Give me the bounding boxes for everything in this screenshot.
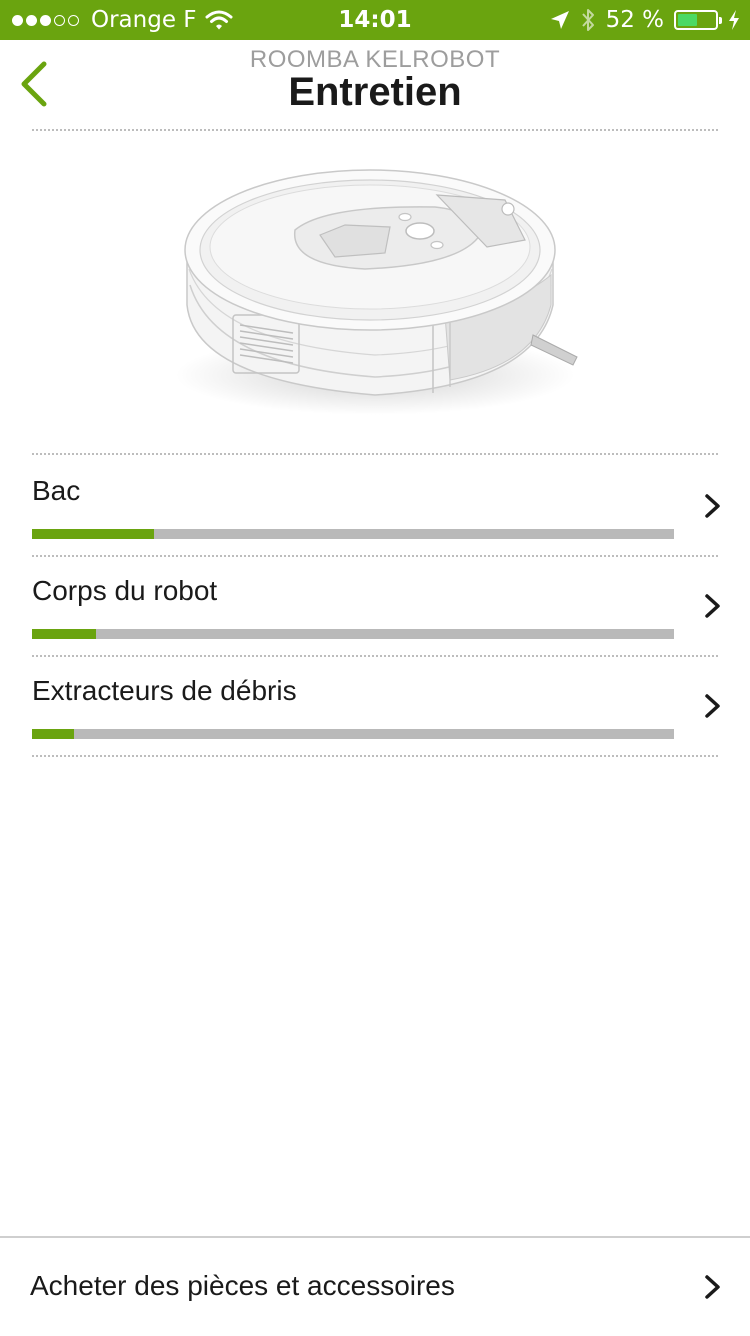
chevron-right-icon [705, 694, 720, 718]
battery-fill [678, 14, 697, 26]
location-arrow-icon [550, 11, 569, 29]
signal-dot [12, 14, 23, 26]
chevron-right-icon [705, 1275, 720, 1299]
nav-header: ROOMBA KELROBOT Entretien [0, 40, 750, 130]
wear-progress-fill [32, 729, 74, 739]
divider [32, 129, 718, 131]
signal-dot [54, 14, 65, 26]
maintenance-item-debris-extractors[interactable]: Extracteurs de débris [0, 655, 750, 755]
maintenance-item-bin[interactable]: Bac [0, 455, 750, 555]
chevron-right-icon [705, 494, 720, 518]
status-bar-right: 52 % [550, 0, 740, 40]
battery-percent: 52 % [605, 7, 664, 33]
shop-parts-accessories-row[interactable]: Acheter des pièces et accessoires [0, 1236, 750, 1336]
battery-icon [674, 10, 722, 30]
wear-progress-fill [32, 629, 97, 639]
wear-progress-bar [32, 629, 674, 639]
roomba-image [175, 169, 578, 415]
wifi-icon [205, 10, 233, 30]
signal-dot [26, 14, 37, 26]
divider [32, 755, 718, 757]
status-bar: Orange F 14:01 52 % [0, 0, 750, 40]
wear-progress-fill [32, 529, 154, 539]
maintenance-item-robot-body[interactable]: Corps du robot [0, 555, 750, 655]
chevron-right-icon [705, 594, 720, 618]
status-bar-left: Orange F [12, 0, 233, 40]
shop-label: Acheter des pièces et accessoires [30, 1270, 455, 1301]
maintenance-item-label: Corps du robot [32, 575, 218, 606]
page-title: Entretien [288, 70, 462, 114]
carrier-name: Orange F [91, 7, 197, 33]
signal-dot [68, 14, 79, 26]
maintenance-item-label: Bac [32, 475, 81, 506]
wear-progress-bar [32, 529, 674, 539]
signal-dot [40, 14, 51, 26]
bluetooth-icon [581, 9, 594, 31]
maintenance-item-label: Extracteurs de débris [32, 675, 297, 706]
charging-bolt-icon [729, 10, 739, 30]
cellular-signal-icon [12, 14, 79, 26]
wear-progress-bar [32, 729, 674, 739]
